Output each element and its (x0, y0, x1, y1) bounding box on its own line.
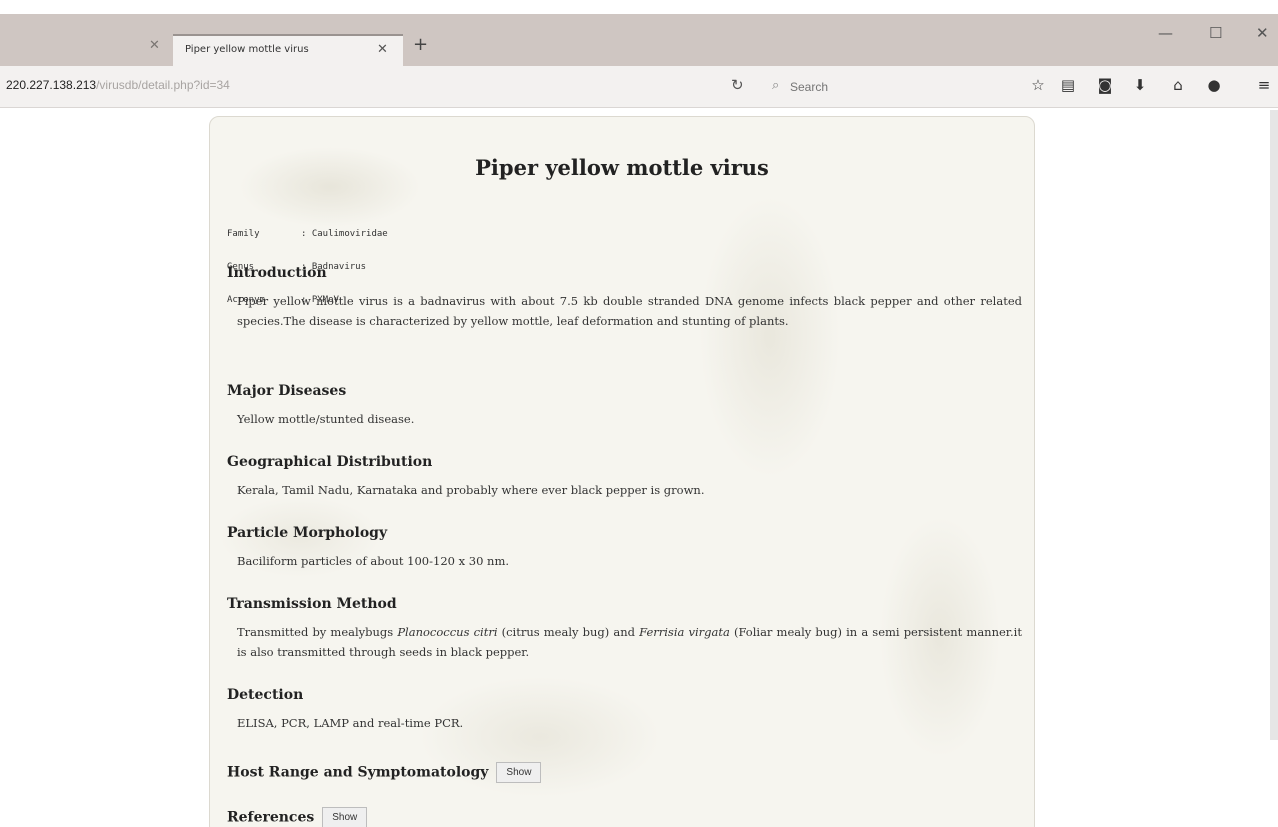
navigation-toolbar: 220.227.138.213/virusdb/detail.php?id=34… (0, 66, 1278, 108)
close-icon[interactable]: ✕ (149, 38, 160, 53)
search-box[interactable]: ⌕ (768, 76, 1008, 98)
tab-strip: ✕ Piper yellow mottle virus ✕ + — ☐ ✕ (0, 0, 1278, 66)
section-particle-morphology: Particle Morphology Baciliform particles… (227, 525, 1022, 571)
species-name: Planococcus citri (397, 625, 498, 639)
section-heading: References (227, 809, 315, 826)
reload-icon[interactable]: ↻ (731, 76, 744, 94)
plus-icon[interactable]: + (413, 34, 428, 55)
section-introduction: Introduction Piper yellow mottle virus i… (227, 265, 1022, 331)
taxonomy-value: : Caulimoviridae (301, 229, 388, 239)
section-heading: Transmission Method (227, 596, 397, 612)
scrollbar[interactable] (1270, 110, 1278, 740)
section-heading: Detection (227, 687, 304, 703)
home-icon[interactable]: ⌂ (1168, 76, 1188, 94)
tab-title: Piper yellow mottle virus (185, 44, 309, 55)
section-text: Piper yellow mottle virus is a badnaviru… (237, 294, 1022, 328)
show-references-button[interactable]: Show (322, 807, 368, 827)
section-text: Baciliform particles of about 100-120 x … (237, 554, 510, 568)
species-name: Ferrisia virgata (639, 625, 730, 639)
search-icon: ⌕ (772, 78, 780, 93)
tab-active[interactable]: Piper yellow mottle virus ✕ (173, 34, 403, 66)
menu-icon[interactable]: ≡ (1254, 76, 1274, 94)
url-path: /virusdb/detail.php?id=34 (96, 78, 230, 92)
url-host: 220.227.138.213 (6, 78, 97, 92)
search-input[interactable] (768, 76, 968, 98)
maximize-icon[interactable]: ☐ (1209, 24, 1222, 42)
section-host-range: Host Range and Symptomatology Show (227, 762, 1022, 783)
section-heading: Host Range and Symptomatology (227, 764, 489, 781)
section-geographical-distribution: Geographical Distribution Kerala, Tamil … (227, 454, 1022, 500)
section-heading: Geographical Distribution (227, 454, 433, 470)
section-major-diseases: Major Diseases Yellow mottle/stunted dis… (227, 383, 1022, 429)
section-text: Transmitted by mealybugs Planococcus cit… (237, 622, 1022, 662)
taxonomy-key: Family (227, 229, 260, 239)
section-detection: Detection ELISA, PCR, LAMP and real-time… (227, 687, 1022, 733)
page-title: Piper yellow mottle virus (475, 155, 769, 180)
section-text: ELISA, PCR, LAMP and real-time PCR. (237, 716, 464, 730)
bookmark-star-icon[interactable]: ☆ (1028, 76, 1048, 94)
window-top-strip (0, 0, 1278, 14)
close-icon[interactable]: ✕ (377, 42, 388, 57)
minimize-icon[interactable]: — (1158, 24, 1173, 42)
virus-detail-card: Piper yellow mottle virus Family : Caulim… (209, 116, 1035, 827)
section-text: Yellow mottle/stunted disease. (237, 412, 415, 426)
section-heading: Major Diseases (227, 383, 347, 399)
pocket-icon[interactable]: ◙ (1095, 76, 1115, 94)
section-heading-row: References Show (227, 807, 1022, 827)
section-heading: Particle Morphology (227, 525, 388, 541)
section-heading: Introduction (227, 265, 327, 281)
reading-list-icon[interactable]: ▤ (1058, 76, 1078, 94)
section-transmission-method: Transmission Method Transmitted by mealy… (227, 596, 1022, 662)
chat-icon[interactable]: ● (1204, 76, 1224, 94)
text-fragment: (citrus mealy bug) and (497, 625, 640, 639)
url-bar[interactable]: 220.227.138.213/virusdb/detail.php?id=34 (6, 78, 230, 92)
download-icon[interactable]: ⬇ (1130, 76, 1150, 94)
section-heading-row: Host Range and Symptomatology Show (227, 762, 1022, 783)
show-host-range-button[interactable]: Show (496, 762, 542, 783)
text-fragment: Transmitted by mealybugs (237, 625, 398, 639)
section-references: References Show (227, 807, 1022, 827)
taxonomy-row: Family : Caulimoviridae (227, 229, 388, 240)
window-close-icon[interactable]: ✕ (1256, 24, 1269, 42)
section-text: Kerala, Tamil Nadu, Karnataka and probab… (237, 483, 705, 497)
